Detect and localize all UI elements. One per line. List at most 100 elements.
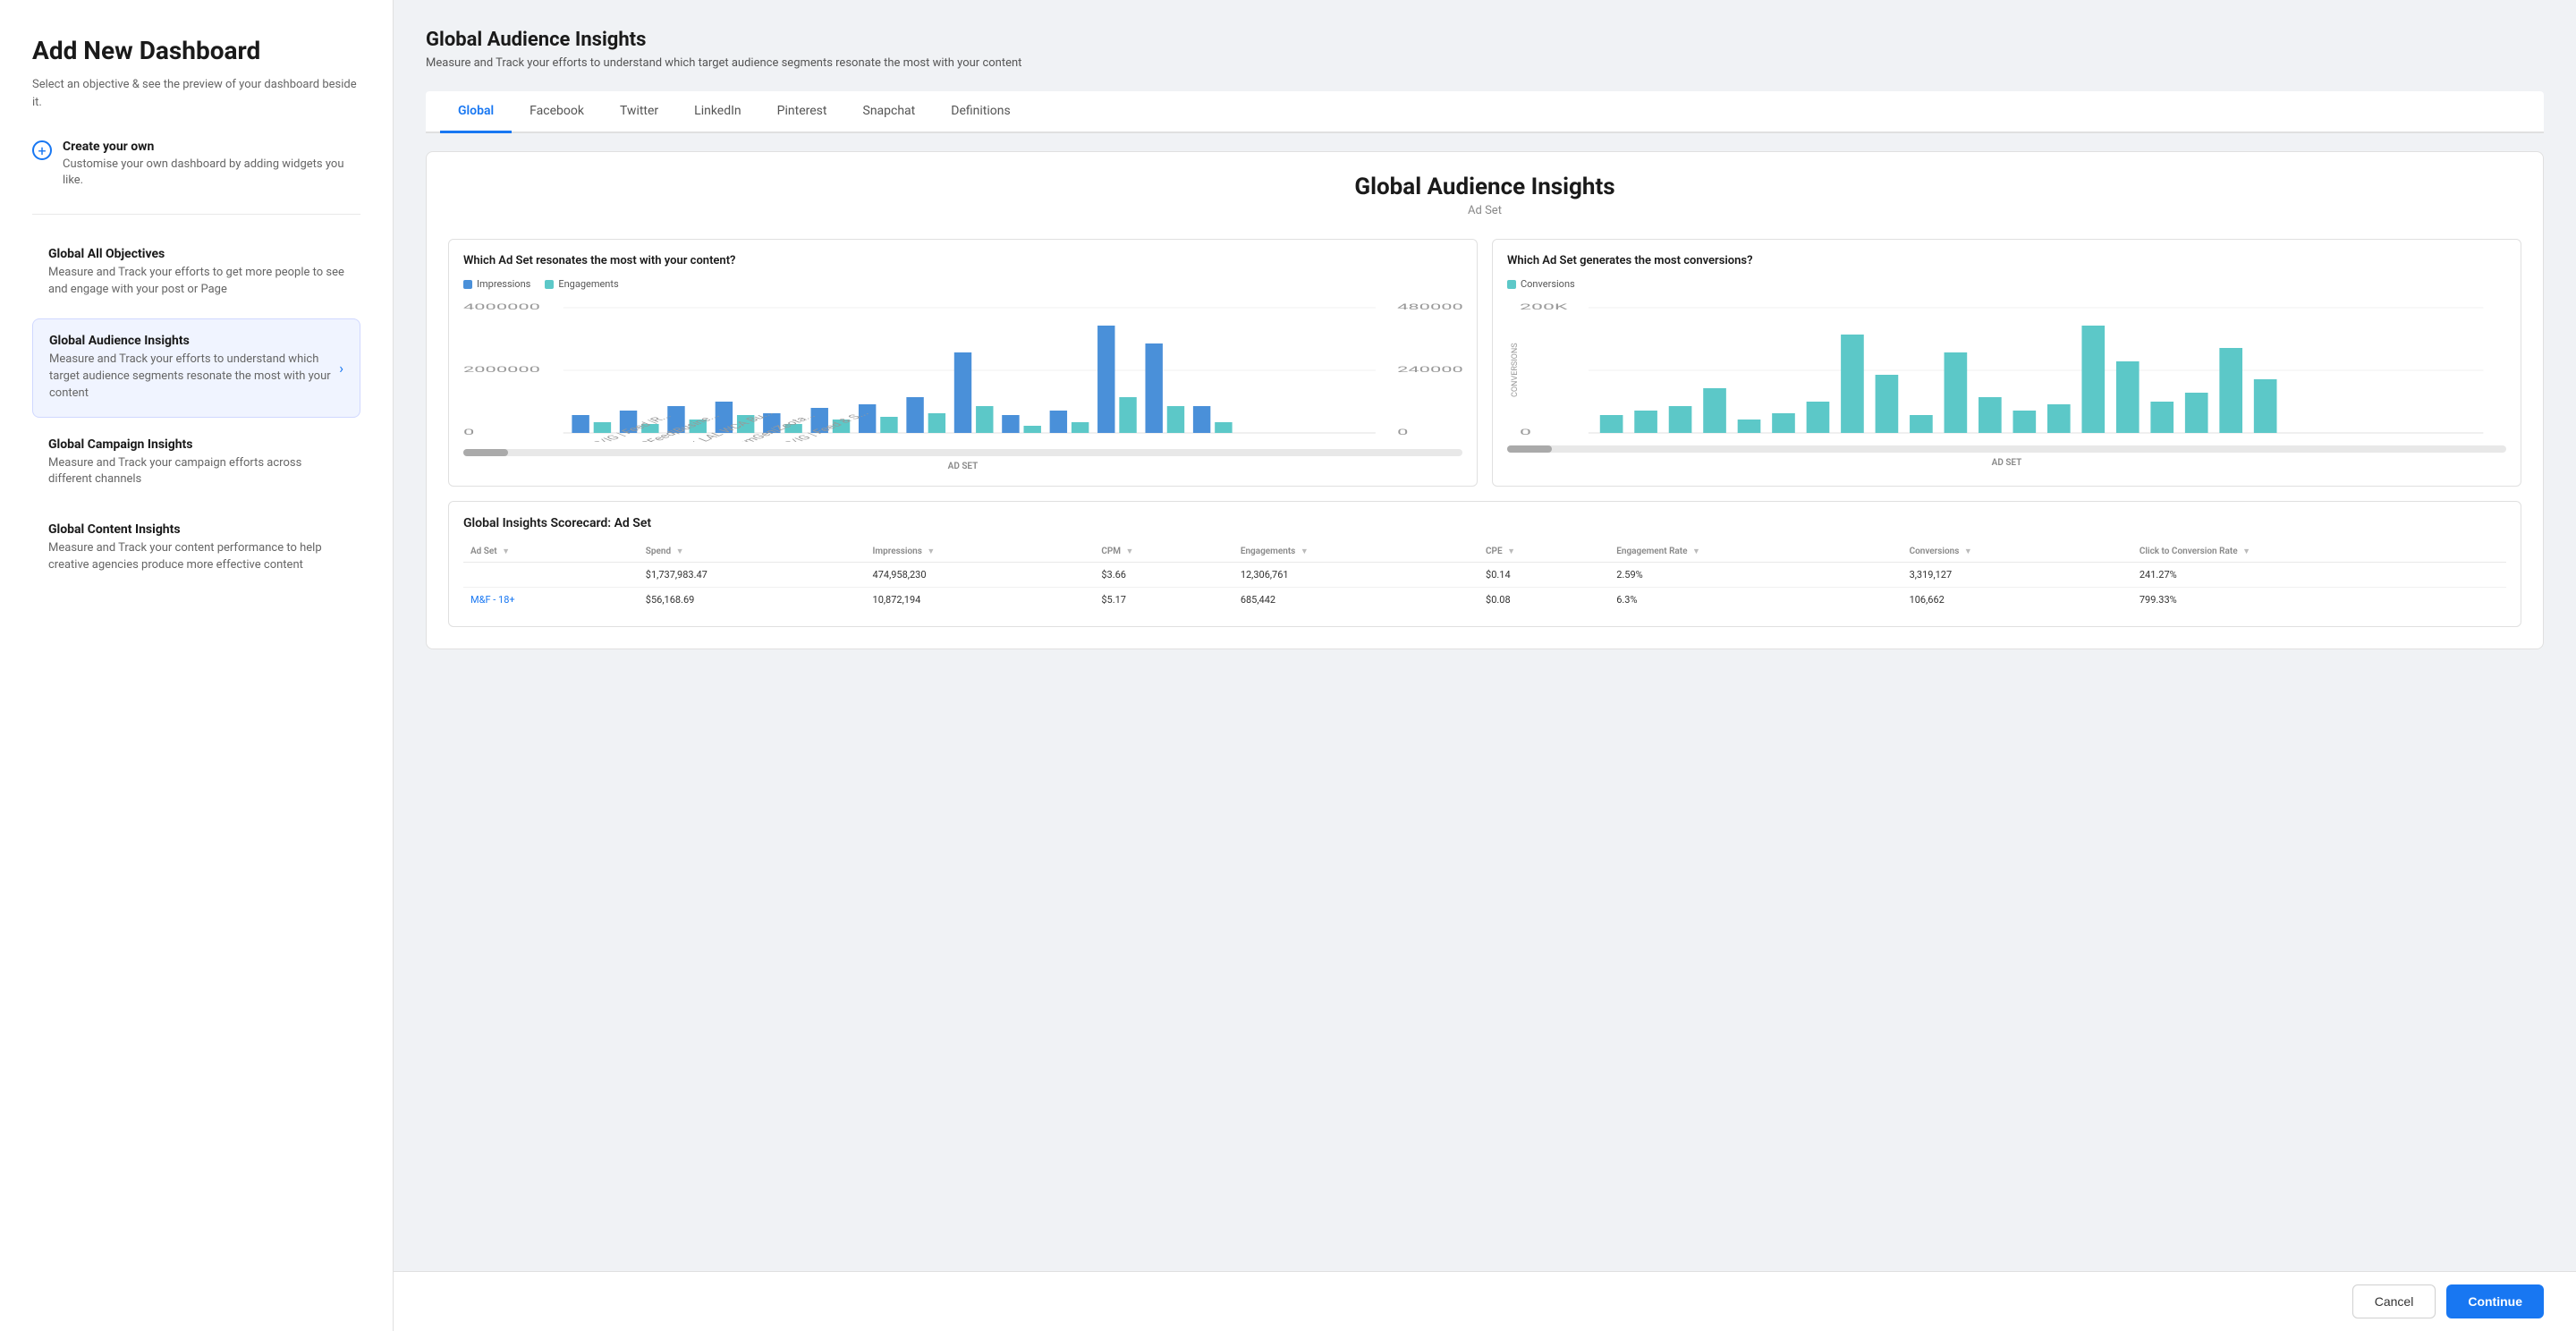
- legend-dot-impressions: [463, 280, 472, 289]
- table-title: Global Insights Scorecard: Ad Set: [463, 516, 2506, 530]
- menu-item-title: Global All Objectives: [48, 247, 344, 261]
- menu-item-global-all-objectives[interactable]: Global All Objectives Measure and Track …: [32, 233, 360, 313]
- col-ad-set[interactable]: Ad Set ▼: [463, 541, 639, 563]
- continue-button[interactable]: Continue: [2446, 1284, 2544, 1318]
- row-impressions: 10,872,194: [866, 588, 1095, 613]
- chart1-title: Which Ad Set resonates the most with you…: [463, 254, 1462, 267]
- dashboard-main-title: Global Audience Insights: [448, 174, 2521, 200]
- chart2-svg: 200K 0: [1520, 299, 2506, 442]
- col-spend[interactable]: Spend ▼: [639, 541, 866, 563]
- menu-item-description: Measure and Track your content performan…: [48, 540, 344, 574]
- table-row: M&F - 18+ $56,168.69 10,872,194 $5.17 68…: [463, 588, 2506, 613]
- tab-pinterest[interactable]: Pinterest: [759, 91, 845, 133]
- legend-conversions: Conversions: [1507, 278, 1575, 290]
- total-conversions: 3,319,127: [1902, 563, 2132, 588]
- menu-item-title: Global Content Insights: [48, 522, 344, 537]
- create-own-label: Create your own: [63, 140, 360, 154]
- svg-text:2000000: 2000000: [463, 365, 540, 375]
- svg-text:0: 0: [463, 428, 474, 437]
- charts-row: Which Ad Set resonates the most with you…: [448, 239, 2521, 487]
- row-conversions: 106,662: [1902, 588, 2132, 613]
- tab-global[interactable]: Global: [440, 91, 512, 133]
- col-cpe[interactable]: CPE ▼: [1479, 541, 1609, 563]
- right-title: Global Audience Insights: [426, 29, 2544, 51]
- row-cpe: $0.08: [1479, 588, 1609, 613]
- svg-text:0: 0: [1520, 428, 1531, 437]
- plus-circle-icon: +: [32, 140, 52, 160]
- tab-facebook[interactable]: Facebook: [512, 91, 602, 133]
- chart-conversions: Which Ad Set generates the most conversi…: [1492, 239, 2521, 487]
- create-own-description: Customise your own dashboard by adding w…: [63, 157, 360, 189]
- divider: [32, 214, 360, 215]
- chevron-right-icon: ›: [339, 360, 343, 377]
- tab-linkedin[interactable]: LinkedIn: [676, 91, 759, 133]
- chart2-axis-label: AD SET: [1507, 458, 2506, 468]
- col-conversions[interactable]: Conversions ▼: [1902, 541, 2132, 563]
- left-panel: Add New Dashboard Select an objective & …: [0, 0, 394, 1331]
- svg-text:240000: 240000: [1397, 365, 1462, 375]
- total-cpm: $3.66: [1094, 563, 1233, 588]
- tab-bar: Global Facebook Twitter LinkedIn Pintere…: [426, 91, 2544, 133]
- right-panel: Global Audience Insights Measure and Tra…: [394, 0, 2576, 1331]
- scorecard-table: Ad Set ▼ Spend ▼ Impressions ▼ CPM ▼ Eng…: [463, 541, 2506, 612]
- cancel-button[interactable]: Cancel: [2352, 1284, 2436, 1318]
- legend-dot-engagements: [545, 280, 554, 289]
- menu-item-title: Global Campaign Insights: [48, 437, 344, 452]
- menu-item-global-campaign-insights[interactable]: Global Campaign Insights Measure and Tra…: [32, 423, 360, 504]
- chart2-title: Which Ad Set generates the most conversi…: [1507, 254, 2506, 267]
- chart1-svg: 4000000 2000000 0 480000 240000 0: [463, 299, 1462, 442]
- legend-impressions: Impressions: [463, 278, 530, 290]
- row-cpm: $5.17: [1094, 588, 1233, 613]
- col-cpm[interactable]: CPM ▼: [1094, 541, 1233, 563]
- page-subtitle: Select an objective & see the preview of…: [32, 76, 360, 111]
- legend-label-conversions: Conversions: [1521, 278, 1575, 290]
- menu-item-title: Global Audience Insights: [49, 334, 339, 348]
- svg-text:4000000: 4000000: [463, 302, 540, 312]
- y-axis-conversions-label: CONVERSIONS: [1507, 299, 1520, 442]
- tab-definitions[interactable]: Definitions: [933, 91, 1028, 133]
- total-spend: $1,737,983.47: [639, 563, 866, 588]
- col-click-to-conversion[interactable]: Click to Conversion Rate ▼: [2132, 541, 2506, 563]
- col-engagement-rate[interactable]: Engagement Rate ▼: [1609, 541, 1902, 563]
- menu-item-description: Measure and Track your efforts to get mo…: [48, 265, 344, 299]
- total-impressions: 474,958,230: [866, 563, 1095, 588]
- page-title: Add New Dashboard: [32, 36, 360, 65]
- right-subtitle: Measure and Track your efforts to unders…: [426, 56, 2544, 70]
- row-click-to-conversion: 799.33%: [2132, 588, 2506, 613]
- total-click-to-conversion: 241.27%: [2132, 563, 2506, 588]
- menu-item-description: Measure and Track your efforts to unders…: [49, 352, 339, 403]
- total-ad-set: [463, 563, 639, 588]
- total-cpe: $0.14: [1479, 563, 1609, 588]
- dashboard-preview: Global Audience Insights Ad Set Which Ad…: [426, 151, 2544, 649]
- dashboard-main-subtitle: Ad Set: [448, 204, 2521, 217]
- dashboard-title-block: Global Audience Insights Ad Set: [448, 174, 2521, 217]
- svg-text:480000: 480000: [1397, 302, 1462, 312]
- menu-item-description: Measure and Track your campaign efforts …: [48, 455, 344, 489]
- svg-text:200K: 200K: [1520, 302, 1567, 311]
- right-header: Global Audience Insights Measure and Tra…: [426, 29, 2544, 70]
- row-engagement-rate: 6.3%: [1609, 588, 1902, 613]
- tab-snapchat[interactable]: Snapchat: [845, 91, 934, 133]
- row-engagements: 685,442: [1233, 588, 1479, 613]
- chart-resonates: Which Ad Set resonates the most with you…: [448, 239, 1478, 487]
- chart1-axis-label: AD SET: [463, 462, 1462, 471]
- ad-set-link[interactable]: M&F - 18+: [470, 594, 515, 606]
- tab-twitter[interactable]: Twitter: [602, 91, 676, 133]
- row-spend: $56,168.69: [639, 588, 866, 613]
- table-total-row: $1,737,983.47 474,958,230 $3.66 12,306,7…: [463, 563, 2506, 588]
- table-header-row: Ad Set ▼ Spend ▼ Impressions ▼ CPM ▼ Eng…: [463, 541, 2506, 563]
- legend-dot-conversions: [1507, 280, 1516, 289]
- footer-bar: Cancel Continue: [394, 1271, 2576, 1331]
- row-ad-set: M&F - 18+: [463, 588, 639, 613]
- legend-label-impressions: Impressions: [477, 278, 530, 290]
- col-engagements[interactable]: Engagements ▼: [1233, 541, 1479, 563]
- menu-item-global-audience-insights[interactable]: Global Audience Insights Measure and Tra…: [32, 318, 360, 418]
- scorecard-table-card: Global Insights Scorecard: Ad Set Ad Set…: [448, 501, 2521, 627]
- total-engagements: 12,306,761: [1233, 563, 1479, 588]
- chart2-legend: Conversions: [1507, 278, 2506, 290]
- menu-item-global-content-insights[interactable]: Global Content Insights Measure and Trac…: [32, 508, 360, 589]
- svg-text:0: 0: [1397, 428, 1408, 437]
- col-impressions[interactable]: Impressions ▼: [866, 541, 1095, 563]
- create-own-item[interactable]: + Create your own Customise your own das…: [32, 140, 360, 189]
- legend-label-engagements: Engagements: [558, 278, 618, 290]
